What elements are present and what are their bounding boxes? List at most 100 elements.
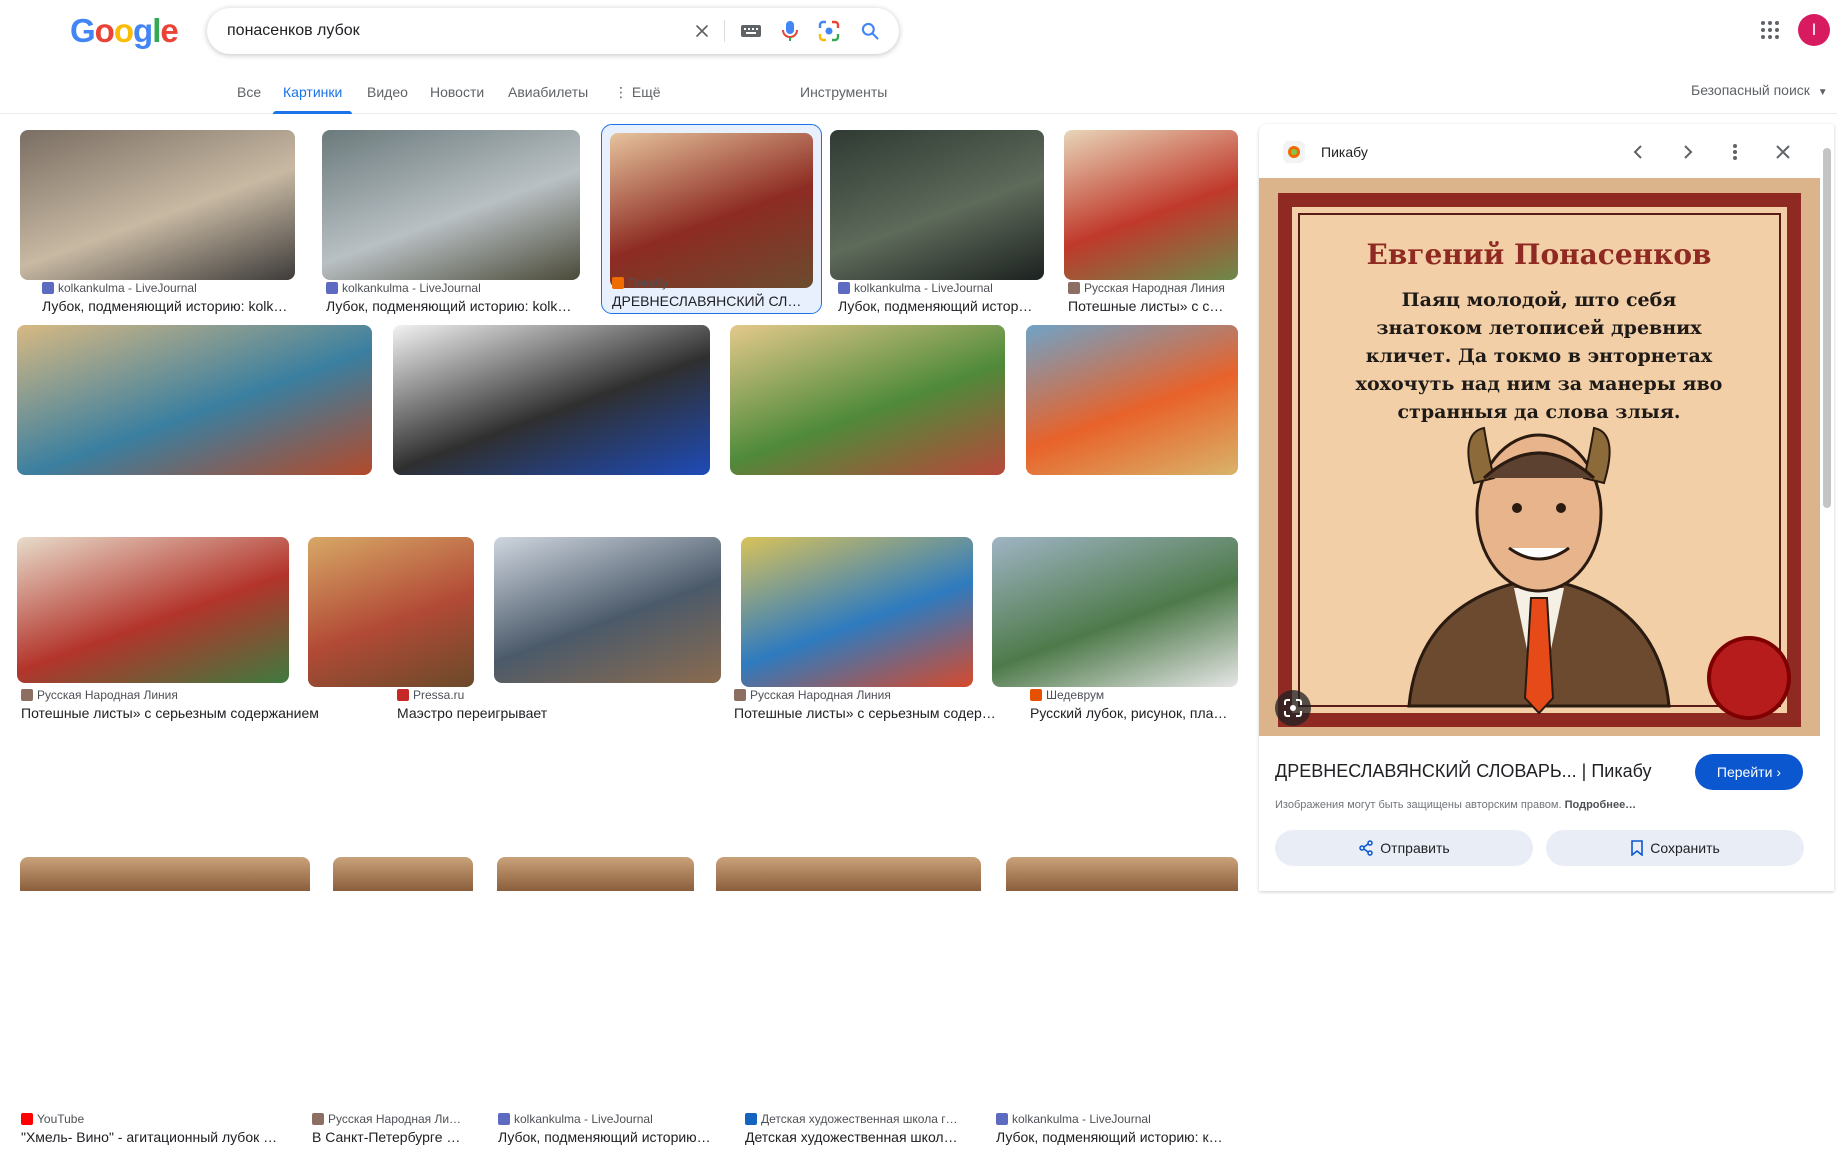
microphone-icon[interactable] bbox=[778, 19, 802, 43]
save-label: Сохранить bbox=[1650, 840, 1720, 856]
copyright-text: Изображения могут быть защищены авторски… bbox=[1275, 799, 1562, 811]
image-result[interactable] bbox=[20, 857, 310, 891]
source-favicon bbox=[21, 1113, 33, 1125]
result-source[interactable]: YouTube bbox=[21, 1112, 285, 1126]
image-result[interactable]: YouTube "Хмель- Вино" - агитационный лубо… bbox=[17, 537, 289, 1149]
result-source-name: Детская художественная школа г… bbox=[761, 1112, 958, 1126]
share-button[interactable]: Отправить bbox=[1275, 830, 1533, 866]
search-box[interactable] bbox=[207, 8, 899, 54]
result-source-name: kolkankulma - LiveJournal bbox=[342, 281, 481, 295]
result-source-name: Пикабу bbox=[628, 276, 669, 290]
search-icon[interactable] bbox=[858, 19, 882, 43]
logo-letter: l bbox=[152, 12, 161, 49]
account-avatar[interactable]: I bbox=[1798, 14, 1830, 46]
result-source[interactable]: Детская художественная школа г… bbox=[745, 1112, 969, 1126]
result-title[interactable]: Лубок, подменяющий историю: kolkank… bbox=[42, 298, 291, 314]
tab-video[interactable]: Видео bbox=[367, 84, 408, 114]
clear-icon[interactable] bbox=[690, 19, 714, 43]
more-options-icon[interactable] bbox=[1723, 140, 1747, 164]
result-thumbnail[interactable] bbox=[494, 537, 721, 683]
search-input[interactable] bbox=[227, 19, 667, 43]
image-result[interactable]: kolkankulma - LiveJournal Лубок, подменяю… bbox=[494, 537, 721, 1149]
image-result[interactable]: kolkankulma - LiveJournal Лубок, подменяю… bbox=[322, 130, 580, 318]
result-title[interactable]: Лубок, подменяющий историю: к… bbox=[996, 1129, 1234, 1145]
preview-image[interactable]: Евгений Понасенков Паяц молодой, што себ… bbox=[1259, 178, 1820, 736]
tab-flights[interactable]: Авиабилеты bbox=[508, 84, 588, 114]
google-logo[interactable]: Google bbox=[70, 12, 179, 50]
result-source[interactable]: Пикабу bbox=[612, 276, 817, 290]
image-result[interactable] bbox=[716, 857, 981, 891]
result-source[interactable]: Русская Народная Ли… bbox=[312, 1112, 470, 1126]
result-title[interactable]: Детская художественная школ… bbox=[745, 1129, 969, 1145]
safe-search-dropdown[interactable]: Безопасный поиск ▼ bbox=[1691, 82, 1828, 98]
previous-icon[interactable] bbox=[1627, 140, 1651, 164]
tab-tools[interactable]: Инструменты bbox=[800, 84, 887, 114]
google-apps-icon[interactable] bbox=[1758, 18, 1782, 42]
source-favicon bbox=[996, 1113, 1008, 1125]
source-favicon bbox=[498, 1113, 510, 1125]
copyright-more-link[interactable]: Подробнее… bbox=[1565, 799, 1637, 811]
google-lens-icon[interactable] bbox=[817, 19, 841, 43]
result-title[interactable]: ДРЕВНЕСЛАВЯНСКИЙ СЛ… bbox=[612, 293, 817, 309]
result-title[interactable]: "Хмель- Вино" - агитационный лубок … bbox=[21, 1129, 285, 1145]
panel-header: Пикабу bbox=[1259, 124, 1834, 178]
image-result[interactable]: Русская Народная Ли… В Санкт-Петербурге … bbox=[308, 537, 474, 1149]
image-result[interactable] bbox=[1006, 857, 1238, 891]
result-thumbnail[interactable] bbox=[830, 130, 1044, 280]
result-thumbnail[interactable] bbox=[610, 133, 813, 288]
result-title[interactable]: В Санкт-Петербурге … bbox=[312, 1129, 470, 1145]
image-result[interactable]: Русская Народная Линия Потешные листы» с … bbox=[1064, 130, 1238, 318]
result-title[interactable]: Лубок, подменяющий историю: kolk… bbox=[326, 298, 576, 314]
keyboard-icon[interactable] bbox=[739, 19, 763, 43]
result-thumbnail[interactable] bbox=[992, 537, 1238, 687]
image-result[interactable] bbox=[333, 857, 473, 891]
save-button[interactable]: Сохранить bbox=[1546, 830, 1804, 866]
result-thumbnail[interactable] bbox=[17, 537, 289, 683]
image-result[interactable]: Пикабу ДРЕВНЕСЛАВЯНСКИЙ СЛ… bbox=[601, 124, 822, 314]
result-title[interactable]: Лубок, подменяющий историю… bbox=[498, 1129, 717, 1145]
result-thumbnail[interactable] bbox=[322, 130, 580, 280]
image-result[interactable]: Детская художественная школа г… Детская х… bbox=[741, 537, 973, 1149]
tab-all[interactable]: Все bbox=[237, 84, 261, 114]
share-icon bbox=[1359, 840, 1374, 856]
source-favicon bbox=[745, 1113, 757, 1125]
result-thumbnail[interactable] bbox=[17, 325, 372, 475]
source-favicon bbox=[838, 282, 850, 294]
close-icon[interactable] bbox=[1771, 140, 1795, 164]
visit-button[interactable]: Перейти › bbox=[1695, 754, 1803, 790]
result-source[interactable]: kolkankulma - LiveJournal bbox=[498, 1112, 717, 1126]
panel-scrollbar[interactable] bbox=[1823, 148, 1831, 508]
image-result[interactable]: kolkankulma - LiveJournal Лубок, подменяю… bbox=[20, 130, 295, 318]
logo-letter: o bbox=[94, 12, 115, 49]
result-thumbnail[interactable] bbox=[1026, 325, 1238, 475]
panel-title[interactable]: ДРЕВНЕСЛАВЯНСКИЙ СЛОВАРЬ... | Пикабу bbox=[1275, 761, 1652, 782]
logo-letter: G bbox=[70, 12, 96, 49]
visual-search-icon[interactable] bbox=[1275, 690, 1311, 726]
tab-images[interactable]: Картинки bbox=[272, 84, 353, 114]
search-tabs: Все Картинки Видео Новости Авиабилеты ⋮ … bbox=[0, 66, 1837, 114]
result-title[interactable]: Потешные листы» с с… bbox=[1068, 298, 1234, 314]
tab-more[interactable]: ⋮ Ещё bbox=[614, 84, 661, 114]
tab-news[interactable]: Новости bbox=[430, 84, 484, 114]
result-source[interactable]: kolkankulma - LiveJournal bbox=[996, 1112, 1234, 1126]
result-source[interactable]: kolkankulma - LiveJournal bbox=[326, 281, 576, 295]
result-thumbnail[interactable] bbox=[308, 537, 474, 687]
search-divider bbox=[724, 20, 725, 42]
image-result[interactable]: kolkankulma - LiveJournal Лубок, подменяю… bbox=[992, 537, 1238, 1149]
result-thumbnail[interactable] bbox=[730, 325, 1005, 475]
image-result[interactable]: kolkankulma - LiveJournal Лубок, подменяю… bbox=[830, 130, 1044, 318]
result-thumbnail[interactable] bbox=[1064, 130, 1238, 280]
next-icon[interactable] bbox=[1675, 140, 1699, 164]
result-source-name: Русская Народная Ли… bbox=[328, 1112, 462, 1126]
result-thumbnail[interactable] bbox=[741, 537, 973, 687]
result-thumbnail[interactable] bbox=[20, 130, 295, 280]
panel-site-name[interactable]: Пикабу bbox=[1321, 144, 1368, 160]
image-result[interactable] bbox=[497, 857, 694, 891]
result-source[interactable]: kolkankulma - LiveJournal bbox=[838, 281, 1040, 295]
result-title[interactable]: Лубок, подменяющий истор… bbox=[838, 298, 1040, 314]
image-results-grid: kolkankulma - LiveJournal Лубок, подменяю… bbox=[0, 115, 1250, 1145]
result-source[interactable]: Русская Народная Линия bbox=[1068, 281, 1234, 295]
source-favicon bbox=[326, 282, 338, 294]
result-source[interactable]: kolkankulma - LiveJournal bbox=[42, 281, 291, 295]
result-thumbnail[interactable] bbox=[393, 325, 710, 475]
